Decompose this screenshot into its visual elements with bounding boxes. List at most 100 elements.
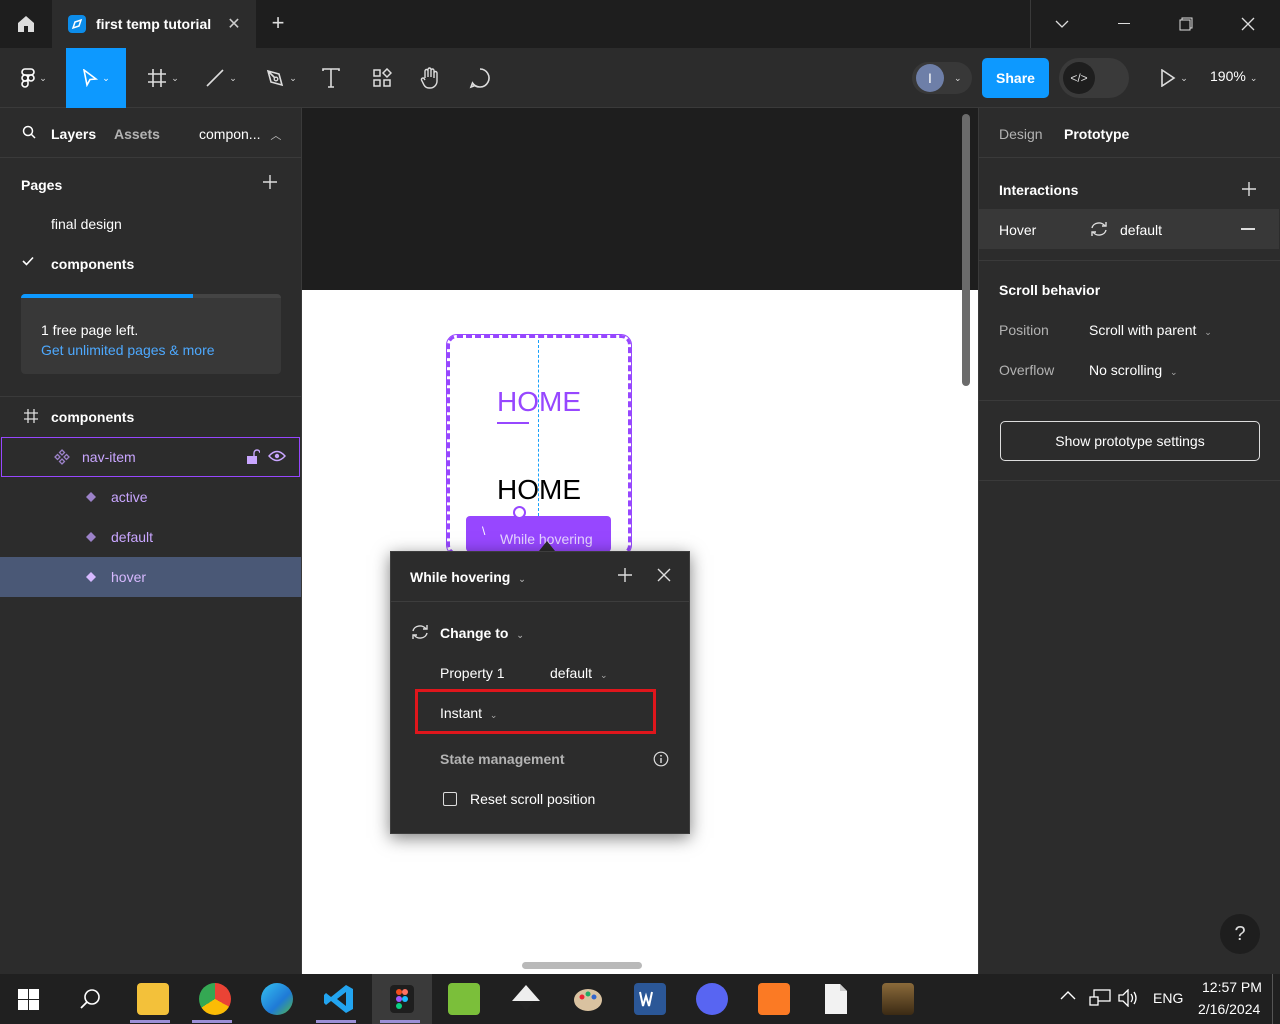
avatar-initial: I xyxy=(916,64,944,92)
code-icon: </> xyxy=(1063,62,1095,94)
search-icon[interactable] xyxy=(22,125,36,139)
inkscape-icon[interactable] xyxy=(510,983,542,1015)
property-value-dropdown[interactable]: default ⌄ xyxy=(550,665,607,681)
comment-tool[interactable] xyxy=(464,48,496,108)
action-dropdown[interactable]: Change to ⌄ xyxy=(440,625,524,641)
dev-mode-toggle[interactable]: </> xyxy=(1059,58,1129,98)
vscode-icon[interactable] xyxy=(323,983,355,1015)
add-page-icon[interactable] xyxy=(262,174,278,190)
chevron-down-icon[interactable] xyxy=(1031,0,1093,48)
interaction-trigger: Hover xyxy=(999,222,1037,238)
animation-dropdown[interactable]: Instant ⌄ xyxy=(440,705,497,721)
layer-label: default xyxy=(111,529,154,545)
close-popup-icon[interactable] xyxy=(657,568,671,582)
trigger-dropdown[interactable]: While hovering ⌄ xyxy=(410,569,526,585)
divider xyxy=(979,260,1280,261)
document-icon[interactable] xyxy=(822,983,854,1015)
figma-icon[interactable] xyxy=(386,983,418,1015)
cursor-icon xyxy=(83,69,99,87)
layer-frame-components[interactable]: components xyxy=(0,397,301,437)
checkmark-icon xyxy=(22,256,34,266)
minimize-button[interactable] xyxy=(1093,0,1155,48)
connection-node[interactable] xyxy=(513,506,526,519)
text-tool[interactable] xyxy=(315,48,347,108)
layer-variant-active[interactable]: active xyxy=(0,477,301,517)
line-icon xyxy=(206,69,224,87)
present-button[interactable]: ⌄ xyxy=(1152,48,1196,108)
file-tab[interactable]: first temp tutorial ✕ xyxy=(52,0,256,48)
chrome-icon[interactable] xyxy=(199,983,231,1015)
volume-icon[interactable] xyxy=(1118,989,1140,1007)
layer-variant-hover[interactable]: hover xyxy=(0,557,301,597)
canvas-background[interactable] xyxy=(302,108,978,290)
position-dropdown[interactable]: Scroll with parent ⌄ xyxy=(1089,322,1212,338)
xampp-icon[interactable] xyxy=(758,983,790,1015)
minimize-icon xyxy=(1118,23,1130,24)
home-button[interactable] xyxy=(0,0,52,48)
unlock-icon[interactable] xyxy=(246,449,260,465)
pen-tool[interactable]: ⌄ xyxy=(256,48,306,108)
clock-time[interactable]: 12:57 PM xyxy=(1202,979,1262,995)
windows-start-icon[interactable] xyxy=(18,989,39,1010)
nav-item-active-label[interactable]: HOME xyxy=(497,386,581,418)
remove-interaction-icon[interactable] xyxy=(1241,228,1255,230)
scroll-behavior-header: Scroll behavior xyxy=(999,282,1101,298)
word-icon[interactable] xyxy=(634,983,666,1015)
canvas-horizontal-scrollbar[interactable] xyxy=(522,962,642,969)
new-tab-button[interactable]: + xyxy=(262,12,294,36)
hand-tool[interactable] xyxy=(414,48,446,108)
page-item-final-design[interactable]: final design xyxy=(0,204,301,244)
layer-variant-default[interactable]: default xyxy=(0,517,301,557)
close-tab-icon[interactable]: ✕ xyxy=(222,14,246,34)
divider xyxy=(391,601,689,602)
overflow-dropdown[interactable]: No scrolling ⌄ xyxy=(1089,362,1178,378)
close-window-button[interactable] xyxy=(1217,0,1279,48)
clock-date[interactable]: 2/16/2024 xyxy=(1198,1001,1260,1017)
show-desktop-button[interactable] xyxy=(1272,974,1273,1024)
network-icon[interactable] xyxy=(1089,989,1111,1007)
edge-icon[interactable] xyxy=(261,983,293,1015)
tab-layers[interactable]: Layers xyxy=(51,126,96,142)
overflow-label: Overflow xyxy=(999,362,1055,378)
popup-arrow xyxy=(539,541,555,551)
interaction-row[interactable]: Hover default xyxy=(979,209,1279,249)
active-underline xyxy=(497,422,529,424)
tab-prototype[interactable]: Prototype xyxy=(1064,126,1129,142)
page-item-components[interactable]: components xyxy=(0,244,301,284)
game-icon[interactable] xyxy=(882,983,914,1015)
upgrade-link[interactable]: Get unlimited pages & more xyxy=(41,342,215,358)
main-menu-button[interactable]: ⌄ xyxy=(10,48,58,108)
language-indicator[interactable]: ENG xyxy=(1153,990,1183,1006)
discord-icon[interactable] xyxy=(696,983,728,1015)
share-button[interactable]: Share xyxy=(982,58,1049,98)
shape-tool[interactable]: ⌄ xyxy=(196,48,246,108)
nav-item-default-label[interactable]: HOME xyxy=(497,474,581,506)
layer-component-set-nav-item[interactable]: nav-item xyxy=(1,437,300,477)
paint-icon[interactable] xyxy=(572,983,604,1015)
user-avatar[interactable]: I ⌄ xyxy=(912,62,972,94)
add-action-icon[interactable] xyxy=(617,567,633,583)
file-explorer-icon[interactable] xyxy=(137,983,169,1015)
canvas-vertical-scrollbar[interactable] xyxy=(962,114,970,386)
variant-diamond-icon xyxy=(85,571,97,583)
frame-tool[interactable]: ⌄ xyxy=(138,48,188,108)
restore-button[interactable] xyxy=(1155,0,1217,48)
tab-design[interactable]: Design xyxy=(999,126,1043,142)
add-interaction-icon[interactable] xyxy=(1241,181,1257,197)
tab-assets[interactable]: Assets xyxy=(114,126,160,142)
move-tool[interactable]: ⌄ xyxy=(66,48,126,108)
help-button[interactable]: ? xyxy=(1220,914,1260,954)
info-icon[interactable] xyxy=(653,751,669,767)
page-selector[interactable]: compon... ︿ xyxy=(199,126,281,143)
resources-tool[interactable] xyxy=(366,48,398,108)
close-icon xyxy=(1241,17,1255,31)
rss-app-icon[interactable] xyxy=(448,983,480,1015)
zoom-dropdown[interactable]: 190% ⌄ xyxy=(1210,68,1257,84)
home-icon xyxy=(18,16,34,32)
reset-scroll-checkbox[interactable] xyxy=(443,792,457,806)
search-icon[interactable] xyxy=(80,988,102,1010)
show-prototype-settings-button[interactable]: Show prototype settings xyxy=(1000,421,1260,461)
divider xyxy=(979,157,1280,158)
chevron-up-icon[interactable] xyxy=(1060,990,1076,1000)
eye-icon[interactable] xyxy=(268,450,286,462)
